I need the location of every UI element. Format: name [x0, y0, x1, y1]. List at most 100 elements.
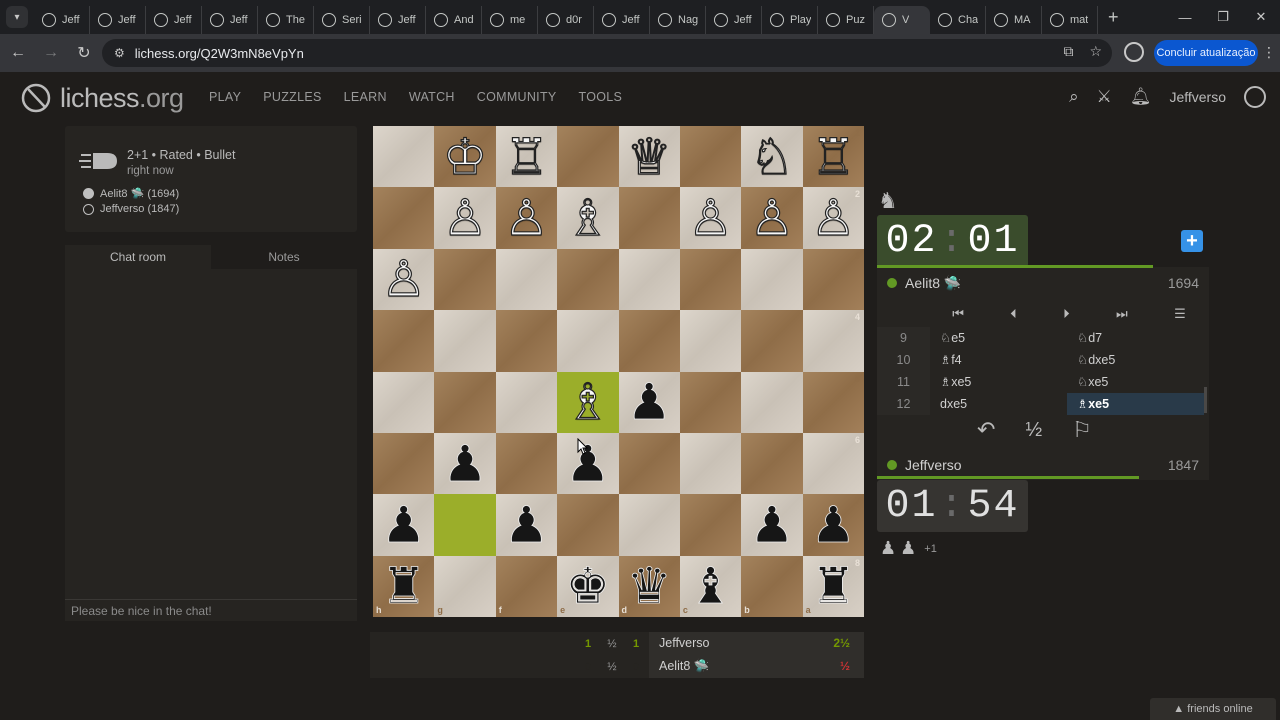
square-e1[interactable]	[557, 126, 619, 188]
back-button[interactable]: ←	[3, 38, 33, 68]
browser-tab[interactable]: Puz	[818, 6, 874, 34]
white-piece-f1[interactable]: ♖	[496, 126, 557, 187]
swords-icon[interactable]: ⚔	[1097, 87, 1112, 107]
white-piece-d1[interactable]: ♕	[619, 126, 680, 187]
square-e4[interactable]	[557, 310, 619, 372]
white-piece-c2[interactable]: ♙	[680, 187, 741, 248]
close-window-button[interactable]: ✕	[1242, 0, 1280, 34]
black-piece-c8[interactable]: ♝	[680, 556, 741, 617]
search-icon[interactable]: ⌕	[1069, 87, 1079, 107]
bell-icon[interactable]: 🔔︎	[1130, 87, 1152, 107]
nav-watch[interactable]: WATCH	[409, 90, 455, 104]
square-c1[interactable]	[679, 126, 742, 188]
browser-tab[interactable]: Jeff	[146, 6, 202, 34]
white-move[interactable]: dxe5	[930, 393, 1067, 415]
square-c3[interactable]	[679, 248, 742, 311]
white-piece-e2[interactable]: ♗	[557, 187, 618, 248]
square-g7[interactable]	[434, 494, 496, 556]
white-piece-b1[interactable]: ♘	[741, 126, 802, 187]
square-b3[interactable]	[741, 248, 803, 311]
url-field[interactable]: ⚙ lichess.org/Q2W3mN8eVpYn ⧉ ☆	[102, 39, 1112, 67]
square-f5[interactable]	[495, 371, 558, 433]
white-piece-a2[interactable]: ♙	[803, 187, 864, 248]
tab-notes[interactable]: Notes	[211, 245, 357, 269]
white-piece-h3[interactable]: ♙	[373, 249, 434, 310]
browser-tab[interactable]: Jeff	[370, 6, 426, 34]
lichess-logo[interactable]: lichess.org	[20, 82, 184, 114]
square-b8[interactable]	[741, 555, 803, 617]
nav-puzzles[interactable]: PUZZLES	[263, 90, 321, 104]
square-f4[interactable]	[495, 310, 558, 372]
square-h1[interactable]	[373, 126, 435, 188]
menu-icon[interactable]: ☰	[1174, 306, 1186, 322]
black-move[interactable]: ♘dxe5	[1067, 349, 1204, 371]
crosstable-result[interactable]: ½	[602, 638, 622, 650]
white-move[interactable]: ♗xe5	[930, 371, 1067, 393]
white-piece-g1[interactable]: ♔	[434, 126, 495, 187]
crosstable-result[interactable]: ½	[602, 661, 622, 673]
prev-move-icon[interactable]: ⏴	[1010, 306, 1017, 322]
takeback-icon[interactable]: ↶	[977, 417, 995, 443]
square-d7[interactable]	[618, 494, 680, 556]
black-piece-a8[interactable]: ♜	[803, 556, 864, 617]
square-f8[interactable]	[495, 555, 558, 617]
black-piece-e8[interactable]: ♚	[557, 556, 618, 617]
browser-tab[interactable]: Jeff	[594, 6, 650, 34]
black-piece-f7[interactable]: ♟	[496, 494, 557, 555]
black-move[interactable]: ♘d7	[1067, 327, 1204, 349]
black-piece-d8[interactable]: ♛	[619, 556, 680, 617]
opponent-row[interactable]: Aelit8 🛸 1694	[877, 268, 1209, 298]
white-piece-b2[interactable]: ♙	[741, 187, 802, 248]
browser-tab[interactable]: mat	[1042, 6, 1098, 34]
square-d2[interactable]	[618, 187, 680, 249]
friends-online-button[interactable]: ▲ friends online	[1150, 698, 1276, 720]
browser-tab[interactable]: Jeff	[202, 6, 258, 34]
square-c7[interactable]	[679, 494, 742, 556]
tab-search-button[interactable]: ▾	[6, 6, 28, 28]
square-b4[interactable]	[741, 310, 803, 372]
add-time-button[interactable]: +	[1181, 230, 1203, 252]
move-list-scrollbar[interactable]	[1204, 387, 1207, 413]
user-menu[interactable]: Jeffverso	[1169, 89, 1226, 105]
nav-community[interactable]: COMMUNITY	[477, 90, 557, 104]
move-list[interactable]: 9 ♘e5 ♘d7 10 ♗f4 ♘dxe5 11 ♗xe5 ♘xe5 12 dxe5 ♗xe5	[877, 327, 1209, 415]
square-g3[interactable]	[434, 248, 496, 311]
black-piece-d5[interactable]: ♟	[619, 372, 680, 433]
crosstable-result[interactable]: 0	[578, 661, 598, 673]
browser-tab[interactable]: Jeff	[90, 6, 146, 34]
browser-tab[interactable]: Cha	[930, 6, 986, 34]
black-piece-h7[interactable]: ♟	[373, 494, 434, 555]
square-e3[interactable]	[557, 248, 619, 311]
last-move-icon[interactable]: ⏭	[1116, 306, 1128, 322]
reload-button[interactable]: ↻	[69, 38, 99, 68]
white-piece-e5[interactable]: ♗	[557, 372, 618, 433]
black-player-link[interactable]: Jeffverso (1847)	[83, 203, 179, 215]
browser-tab[interactable]: MA	[986, 6, 1042, 34]
white-piece-a1[interactable]: ♖	[803, 126, 864, 187]
site-info-icon[interactable]: ⚙	[114, 46, 125, 60]
browser-tab[interactable]: Play	[762, 6, 818, 34]
black-move[interactable]: ♘xe5	[1067, 371, 1204, 393]
browser-tab[interactable]: And	[426, 6, 482, 34]
browser-profile-icon[interactable]	[1124, 42, 1144, 62]
forward-button[interactable]: →	[36, 38, 66, 68]
white-player-link[interactable]: Aelit8 🛸 (1694)	[83, 187, 179, 200]
browser-menu-icon[interactable]: ⋮	[1262, 44, 1276, 61]
square-c5[interactable]	[679, 371, 742, 433]
square-h4[interactable]	[373, 310, 435, 372]
crosstable-result[interactable]: 1	[626, 638, 646, 650]
browser-tab[interactable]: Jeff	[706, 6, 762, 34]
next-move-icon[interactable]: ⏵	[1063, 306, 1070, 322]
square-c6[interactable]	[679, 432, 742, 495]
crosstable-player[interactable]: Aelit8 🛸 ½	[649, 655, 864, 678]
white-move[interactable]: ♗f4	[930, 349, 1067, 371]
square-d3[interactable]	[618, 248, 680, 311]
black-piece-h8[interactable]: ♜	[373, 556, 434, 617]
black-piece-a7[interactable]: ♟	[803, 494, 864, 555]
update-button[interactable]: Concluir atualização	[1154, 40, 1258, 66]
current-move[interactable]: ♗xe5	[1067, 393, 1204, 415]
square-d6[interactable]	[618, 432, 680, 495]
square-g4[interactable]	[434, 310, 496, 372]
install-app-icon[interactable]: ⧉	[1063, 43, 1073, 60]
chess-board[interactable]: 12345678hgfedcba ♔ ♖ ♕ ♘ ♖ ♙ ♙ ♗ ♙ ♙ ♙ ♙ ♗ ♟ ♟ ♟ ♟ ♟ ♟ ♟ ♜ ♚ ♛…	[373, 126, 864, 617]
